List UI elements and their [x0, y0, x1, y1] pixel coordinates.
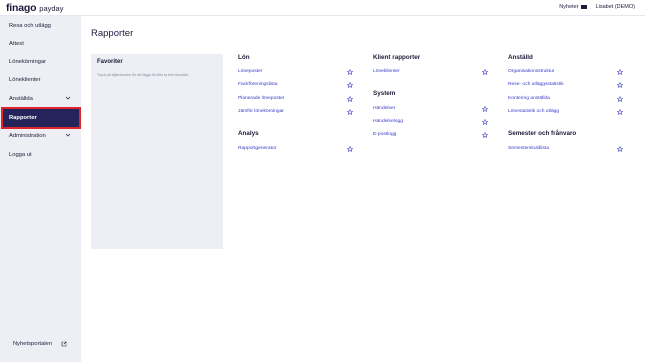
star-icon[interactable]: [347, 96, 353, 102]
page-title: Rapporter: [91, 28, 134, 39]
star-icon[interactable]: [482, 132, 488, 138]
report-link[interactable]: E-postlogg: [373, 132, 396, 137]
report-link[interactable]: Organisationsstruktur: [508, 69, 554, 74]
sidebar-item-label: Anställda: [9, 96, 33, 102]
star-icon[interactable]: [617, 82, 623, 88]
sidebar-item-attest[interactable]: Attest: [0, 35, 81, 53]
favorites-hint: Tryck på stjärnikonen för att lägga till…: [97, 73, 190, 77]
brand-name: finago: [6, 2, 37, 14]
star-icon[interactable]: [347, 82, 353, 88]
user-menu[interactable]: Lisabet (DEMO): [596, 4, 635, 10]
report-link[interactable]: Lönestatistik och utlägg: [508, 109, 559, 114]
favorites-panel: Favoriter Tryck på stjärnikonen för att …: [91, 54, 223, 249]
external-link-icon: [61, 341, 67, 347]
sidebar: Resa och utlägg Attest Lönekörningar Lön…: [0, 16, 81, 362]
star-icon[interactable]: [482, 119, 488, 125]
report-link[interactable]: Kontering anställda: [508, 96, 550, 101]
report-link[interactable]: Planerade löneposter: [238, 96, 285, 101]
star-icon[interactable]: [347, 69, 353, 75]
sidebar-item-loneklienter[interactable]: Löneklienter: [0, 71, 81, 89]
report-link[interactable]: Rapportgenerator: [238, 146, 276, 151]
star-icon[interactable]: [482, 106, 488, 112]
top-right-menu: Nyheter Lisabet (DEMO): [559, 4, 635, 10]
report-link[interactable]: Löneposter: [238, 69, 262, 74]
star-icon[interactable]: [617, 146, 623, 152]
sidebar-item-label: Lönekörningar: [9, 59, 47, 65]
brand-sub: payday: [39, 4, 64, 13]
star-icon[interactable]: [347, 146, 353, 152]
star-icon[interactable]: [482, 69, 488, 75]
sidebar-item-label: Logga ut: [9, 152, 32, 158]
section-title-analys: Analys: [238, 130, 259, 137]
news-portal-link[interactable]: Nyhetsportalen: [13, 341, 67, 347]
favorites-title: Favoriter: [97, 59, 123, 65]
chevron-down-icon: [65, 133, 71, 137]
sidebar-item-label: Attest: [9, 41, 24, 47]
report-link[interactable]: Rese- och utläggsstatistik: [508, 82, 564, 87]
sidebar-item-label: Administration: [9, 133, 46, 139]
star-icon[interactable]: [617, 109, 623, 115]
section-title-lon: Lön: [238, 54, 250, 61]
report-link[interactable]: Händelser: [373, 106, 395, 111]
sidebar-item-administration[interactable]: Administration: [0, 127, 81, 145]
news-label: Nyheter: [559, 4, 579, 10]
sidebar-item-logga-ut[interactable]: Logga ut: [0, 146, 81, 164]
top-bar: finago payday Nyheter Lisabet (DEMO): [0, 0, 645, 16]
sidebar-item-label: Resa och utlägg: [9, 23, 51, 29]
star-icon[interactable]: [617, 96, 623, 102]
brand-logo[interactable]: finago payday: [6, 2, 63, 14]
report-link[interactable]: Löneklienter: [373, 69, 400, 74]
chevron-down-icon: [65, 96, 71, 100]
section-title-anstalld: Anställd: [508, 54, 533, 61]
star-icon[interactable]: [617, 69, 623, 75]
section-title-klient-rapporter: Klient rapporter: [373, 54, 421, 61]
report-link[interactable]: Fackföreningslista: [238, 82, 277, 87]
report-link[interactable]: Händelselogg: [373, 119, 403, 124]
star-icon[interactable]: [347, 109, 353, 115]
sidebar-item-anstallda[interactable]: Anställda: [0, 90, 81, 108]
section-title-system: System: [373, 90, 396, 97]
report-link[interactable]: Semesterskuldlista: [508, 146, 549, 151]
sidebar-item-label: Löneklienter: [9, 77, 41, 83]
sidebar-item-label: Rapporter: [9, 115, 37, 121]
mail-icon: [580, 4, 587, 10]
news-portal-label: Nyhetsportalen: [13, 341, 52, 347]
news-button[interactable]: Nyheter: [559, 4, 587, 10]
sidebar-item-resa-och-utlagg[interactable]: Resa och utlägg: [0, 17, 81, 35]
sidebar-item-lonekorningar[interactable]: Lönekörningar: [0, 53, 81, 71]
report-link[interactable]: Jämför lönekörningar: [238, 109, 284, 114]
sidebar-item-rapporter[interactable]: Rapporter: [1, 107, 81, 129]
section-title-semester-och-franvaro: Semester och frånvaro: [508, 130, 577, 137]
